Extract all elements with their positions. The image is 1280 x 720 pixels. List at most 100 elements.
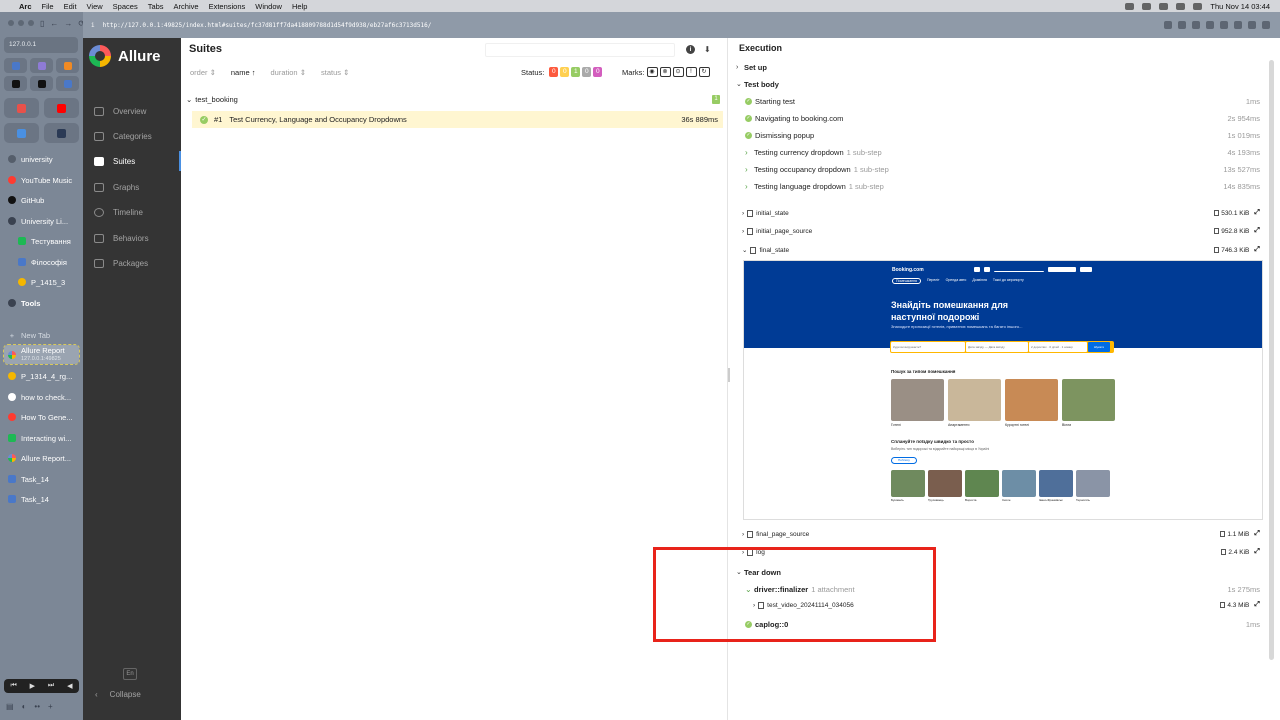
menu-archive[interactable]: Archive	[169, 2, 204, 11]
sidebar-tab-youtube-music[interactable]: YouTube Music	[4, 172, 79, 188]
suite-group[interactable]: ⌄ test_booking 1	[186, 95, 720, 104]
sidebar-tab-github[interactable]: GitHub	[4, 192, 79, 208]
spaces-icon[interactable]: ◐	[22, 702, 27, 711]
space-dots-icon[interactable]: ••	[34, 702, 40, 711]
menu-tabs[interactable]: Tabs	[143, 2, 169, 11]
status-skipped-toggle[interactable]: 0	[582, 67, 592, 77]
fullscreen-icon[interactable]: ⤢	[1254, 227, 1260, 235]
sidebar-tab[interactable]: Allure Report...	[4, 450, 79, 466]
sidebar-toggle-icon[interactable]: ▯	[40, 19, 44, 28]
retries-mark-icon[interactable]: ↻	[698, 67, 710, 77]
sidebar-tab-filosofiia[interactable]: Філософія	[4, 254, 79, 270]
status-icon[interactable]	[1125, 2, 1135, 10]
sidebar-folder-university[interactable]: university	[4, 151, 79, 167]
zoom-window-button[interactable]	[28, 20, 34, 26]
teardown-section[interactable]: ⌄ Tear down	[736, 565, 1260, 579]
nav-suites[interactable]: Suites	[83, 151, 181, 171]
new-tab-button[interactable]: + New Tab	[4, 327, 79, 343]
favorite-tab[interactable]	[56, 58, 79, 73]
fullscreen-icon[interactable]: ⤢	[1254, 548, 1260, 556]
favorite-tab[interactable]	[4, 58, 27, 73]
back-icon[interactable]: ←	[50, 19, 58, 28]
next-track-icon[interactable]: ⏭	[48, 682, 54, 690]
step-row[interactable]: › Testing language dropdown 1 sub-step 1…	[736, 179, 1260, 193]
menu-file[interactable]: File	[37, 2, 59, 11]
fixture-row[interactable]: ⌄ driver::finalizer 1 attachment 1s 275m…	[736, 582, 1260, 596]
sidebar-tab[interactable]: Task_14	[4, 491, 79, 507]
sort-name[interactable]: name ↑	[231, 68, 256, 77]
menu-view[interactable]: View	[82, 2, 108, 11]
minimize-window-button[interactable]	[18, 20, 24, 26]
test-row[interactable]: ✓ #1 Test Currency, Language and Occupan…	[192, 111, 723, 128]
pane-resize-handle[interactable]	[728, 368, 730, 382]
step-row[interactable]: ✓ Dismissing popup 1s 019ms	[736, 128, 1260, 142]
extension-icon[interactable]	[1192, 21, 1200, 29]
search-input[interactable]	[485, 43, 675, 57]
step-row[interactable]: ✓ Starting test 1ms	[736, 94, 1260, 108]
sort-duration[interactable]: duration ⇕	[271, 68, 306, 77]
sidebar-tab[interactable]: P_1314_4_rg...	[4, 368, 79, 384]
status-broken-toggle[interactable]: 0	[560, 67, 570, 77]
archive-icon[interactable]: ▤	[6, 702, 14, 711]
fullscreen-icon[interactable]: ⤢	[1254, 601, 1260, 609]
setup-section[interactable]: › Set up	[736, 60, 1260, 74]
status-icon[interactable]	[1159, 2, 1169, 10]
close-window-button[interactable]	[8, 20, 14, 26]
new-broken-mark-icon[interactable]: !	[685, 67, 697, 77]
previous-track-icon[interactable]: ⏮	[10, 682, 16, 690]
wifi-icon[interactable]	[1176, 2, 1186, 10]
video-attachment-row[interactable]: › test_video_20241114_034056 4.3 MiB ⤢	[753, 598, 1260, 612]
sort-status[interactable]: status ⇕	[321, 68, 349, 77]
status-icon[interactable]	[1142, 2, 1152, 10]
collapse-button[interactable]: ‹ Collapse	[95, 690, 141, 699]
menu-app[interactable]: Arc	[14, 2, 37, 11]
add-space-icon[interactable]: +	[48, 702, 53, 711]
new-failed-mark-icon[interactable]: ⊗	[659, 67, 671, 77]
step-row[interactable]: › Testing currency dropdown 1 sub-step 4…	[736, 145, 1260, 159]
favorite-tab[interactable]	[56, 76, 79, 91]
extension-icon[interactable]	[1248, 21, 1256, 29]
sidebar-tab[interactable]: How To Gene...	[4, 409, 79, 425]
nav-categories[interactable]: Categories	[83, 126, 181, 146]
menu-edit[interactable]: Edit	[59, 2, 82, 11]
nav-behaviors[interactable]: Behaviors	[83, 228, 181, 248]
language-button[interactable]: En	[123, 668, 137, 680]
menu-extensions[interactable]: Extensions	[204, 2, 251, 11]
pinned-tab[interactable]	[4, 123, 39, 143]
pinned-tab[interactable]	[44, 98, 79, 118]
status-unknown-toggle[interactable]: 0	[593, 67, 603, 77]
sidebar-folder-tools[interactable]: Tools	[4, 295, 79, 311]
sidebar-tab[interactable]: Interacting wi...	[4, 430, 79, 446]
attachment-row[interactable]: › initial_state 530.1 KiB ⤢	[742, 206, 1260, 220]
extension-icon[interactable]	[1206, 21, 1214, 29]
step-row[interactable]: ✓ Navigating to booking.com 2s 954ms	[736, 111, 1260, 125]
attachment-row[interactable]: › log 2.4 KiB ⤢	[742, 545, 1260, 559]
sidebar-tab[interactable]: how to check...	[4, 389, 79, 405]
sort-order[interactable]: order ⇕	[190, 68, 216, 77]
step-row[interactable]: › Testing occupancy dropdown 1 sub-step …	[736, 162, 1260, 176]
nav-timeline[interactable]: Timeline	[83, 202, 181, 222]
clock[interactable]: Thu Nov 14 03:44	[1210, 2, 1270, 11]
favorite-tab[interactable]	[4, 76, 27, 91]
menu-spaces[interactable]: Spaces	[108, 2, 143, 11]
fixture-row[interactable]: ✓ caplog::0 1ms	[736, 617, 1260, 631]
pinned-tab[interactable]	[4, 98, 39, 118]
sidebar-tab-testuvannia[interactable]: Тестування	[4, 233, 79, 249]
pinned-tab[interactable]	[44, 123, 79, 143]
camera-icon[interactable]	[1178, 21, 1186, 29]
test-body-section[interactable]: ⌄ Test body	[736, 77, 1260, 91]
menu-help[interactable]: Help	[287, 2, 312, 11]
download-icon[interactable]: ⬇	[704, 45, 711, 54]
extension-icon[interactable]	[1220, 21, 1228, 29]
forward-icon[interactable]: →	[64, 19, 72, 28]
status-failed-toggle[interactable]: 0	[549, 67, 559, 77]
attachment-row[interactable]: ⌄ final_state 746.3 KiB ⤢	[742, 243, 1260, 257]
new-passed-mark-icon[interactable]: ⊙	[672, 67, 684, 77]
site-info-icon[interactable]: i	[91, 22, 95, 29]
volume-icon[interactable]: ◀	[67, 682, 72, 690]
extension-icon[interactable]	[1262, 21, 1270, 29]
sidebar-tab-p1415[interactable]: P_1415_3	[4, 274, 79, 290]
active-tab-allure-report[interactable]: Allure Report 127.0.0.1:49825	[3, 344, 80, 365]
menu-window[interactable]: Window	[250, 2, 287, 11]
nav-overview[interactable]: Overview	[83, 101, 181, 121]
